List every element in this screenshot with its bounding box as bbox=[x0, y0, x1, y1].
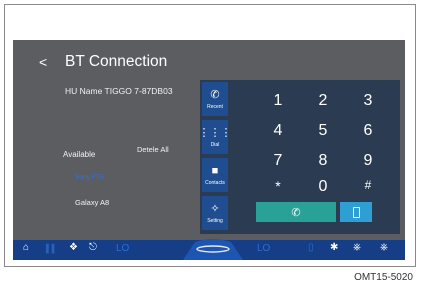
keypad-key[interactable]: 8 bbox=[308, 152, 338, 170]
figure-caption: OMT15-5020 bbox=[354, 272, 413, 283]
car-icon[interactable]: ⎋ bbox=[89, 242, 97, 253]
side-setting-button[interactable]: ✧ Setting bbox=[202, 196, 228, 230]
keypad-key[interactable]: 9 bbox=[353, 152, 383, 170]
device-item[interactable]: Sony FTS bbox=[75, 174, 104, 181]
keypad-key[interactable]: * bbox=[263, 178, 293, 194]
available-label: Available bbox=[63, 150, 96, 159]
signal-icon: ▐▐ bbox=[43, 244, 55, 253]
call-icon: ✆ bbox=[291, 206, 301, 219]
fan-control[interactable] bbox=[183, 238, 243, 260]
header: < BT Connection bbox=[13, 48, 405, 76]
side-contacts-label: Contacts bbox=[205, 179, 225, 186]
phone-device-icon bbox=[352, 206, 360, 218]
keypad-key[interactable]: 1 bbox=[263, 92, 293, 110]
recent-call-icon: ✆ bbox=[210, 88, 220, 101]
infotainment-screen: < BT Connection HU Name TIGGO 7-87DB03 A… bbox=[13, 40, 405, 260]
phone-device-button[interactable] bbox=[340, 202, 372, 222]
side-recent-button[interactable]: ✆ Recent bbox=[202, 82, 228, 116]
keypad-key[interactable]: 7 bbox=[263, 152, 293, 170]
keypad-key[interactable]: 0 bbox=[308, 178, 338, 196]
seat-icon[interactable]: ❖ bbox=[69, 242, 78, 253]
keypad-key[interactable]: 5 bbox=[308, 122, 338, 140]
usb-icon: ⎈ bbox=[380, 242, 388, 253]
phone-side-menu: ✆ Recent ⋮⋮⋮ Dial ■ Contacts ✧ Setting bbox=[199, 80, 232, 234]
bottom-bar: ⌂ ▐▐ ❖ ⎋ LO LO ▯ ✱ ⎈ ⎈ bbox=[13, 238, 405, 260]
page-title: BT Connection bbox=[65, 53, 168, 70]
back-button[interactable]: < bbox=[39, 54, 57, 70]
side-dial-label: Dial bbox=[210, 141, 220, 148]
side-setting-label: Setting bbox=[207, 217, 223, 224]
bluetooth-setting-icon: ✧ bbox=[210, 202, 220, 215]
keypad-key[interactable]: 6 bbox=[353, 122, 383, 140]
right-temperature[interactable]: LO bbox=[257, 243, 270, 254]
home-icon[interactable]: ⌂ bbox=[23, 242, 29, 253]
keypad-key[interactable]: 4 bbox=[263, 122, 293, 140]
device-item[interactable]: Galaxy A8 bbox=[75, 198, 109, 207]
left-temperature[interactable]: LO bbox=[116, 243, 129, 254]
phone-status-icon: ▯ bbox=[308, 242, 314, 253]
hu-name-label: HU Name TIGGO 7-87DB03 bbox=[65, 86, 173, 96]
usb-icon: ⎈ bbox=[353, 242, 361, 253]
contacts-icon: ■ bbox=[211, 164, 219, 177]
keypad-key[interactable]: 3 bbox=[353, 92, 383, 110]
side-recent-label: Recent bbox=[207, 103, 223, 110]
dialpad-icon: ⋮⋮⋮ bbox=[198, 126, 232, 139]
call-button[interactable]: ✆ bbox=[256, 202, 336, 222]
phone-panel: ✆ Recent ⋮⋮⋮ Dial ■ Contacts ✧ Setting 1… bbox=[199, 80, 400, 234]
delete-all-button[interactable]: Detele All bbox=[137, 145, 169, 154]
side-contacts-button[interactable]: ■ Contacts bbox=[202, 158, 228, 192]
bluetooth-icon: ✱ bbox=[330, 242, 339, 253]
keypad-key[interactable]: # bbox=[353, 178, 383, 192]
side-dial-button[interactable]: ⋮⋮⋮ Dial bbox=[199, 120, 232, 154]
keypad-key[interactable]: 2 bbox=[308, 92, 338, 110]
